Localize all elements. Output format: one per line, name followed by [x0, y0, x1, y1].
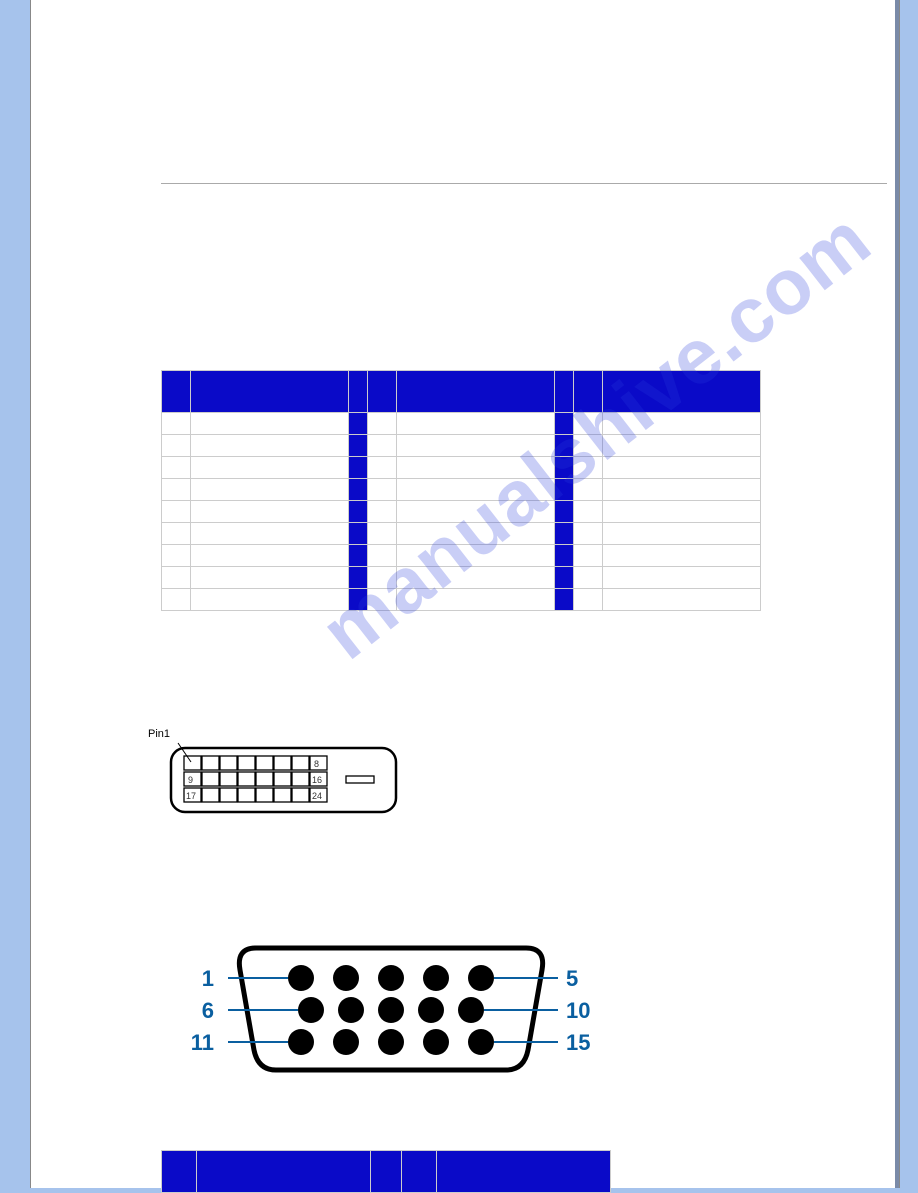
dvi-connector-icon: 8 9 16 17 24	[166, 740, 406, 825]
col-signal-1	[191, 371, 349, 413]
divider	[161, 183, 887, 184]
bottom-table	[161, 1150, 611, 1193]
col-sep	[370, 1151, 402, 1193]
pinout-table	[161, 370, 761, 611]
col-pin-3	[573, 371, 602, 413]
dvi-num-24: 24	[312, 791, 322, 801]
table-row	[162, 567, 761, 589]
dvi-num-17: 17	[186, 791, 196, 801]
table-header-row	[162, 371, 761, 413]
dvi-pin1-label: Pin1	[148, 728, 170, 740]
table-row	[162, 435, 761, 457]
dvi-num-9: 9	[188, 775, 193, 785]
col-signal-3	[603, 371, 761, 413]
page-container: Pin1 8 9 16 17 24	[30, 0, 900, 1188]
table-row	[162, 501, 761, 523]
col-c	[402, 1151, 437, 1193]
col-signal-2	[397, 371, 555, 413]
dvi-num-8: 8	[314, 759, 319, 769]
table-header-row	[162, 1151, 611, 1193]
table-row	[162, 545, 761, 567]
table-row	[162, 523, 761, 545]
page-content: Pin1 8 9 16 17 24	[31, 10, 899, 1178]
vga-num-1: 1	[202, 966, 214, 991]
col-pin-1	[162, 371, 191, 413]
table-row	[162, 413, 761, 435]
vga-num-6: 6	[202, 998, 214, 1023]
scrollbar[interactable]	[895, 0, 899, 1188]
vga-num-10: 10	[566, 998, 590, 1023]
vga-connector-icon: 1 6 11 5 10 15	[186, 930, 596, 1090]
col-d	[437, 1151, 611, 1193]
vga-num-15: 15	[566, 1030, 590, 1055]
table-row	[162, 457, 761, 479]
col-sep-2	[555, 371, 574, 413]
table-row	[162, 479, 761, 501]
col-a	[162, 1151, 197, 1193]
vga-num-11: 11	[191, 1030, 214, 1055]
col-pin-2	[367, 371, 396, 413]
col-b	[196, 1151, 370, 1193]
vga-num-5: 5	[566, 966, 578, 991]
col-sep-1	[349, 371, 368, 413]
table-row	[162, 589, 761, 611]
dvi-num-16: 16	[312, 775, 322, 785]
